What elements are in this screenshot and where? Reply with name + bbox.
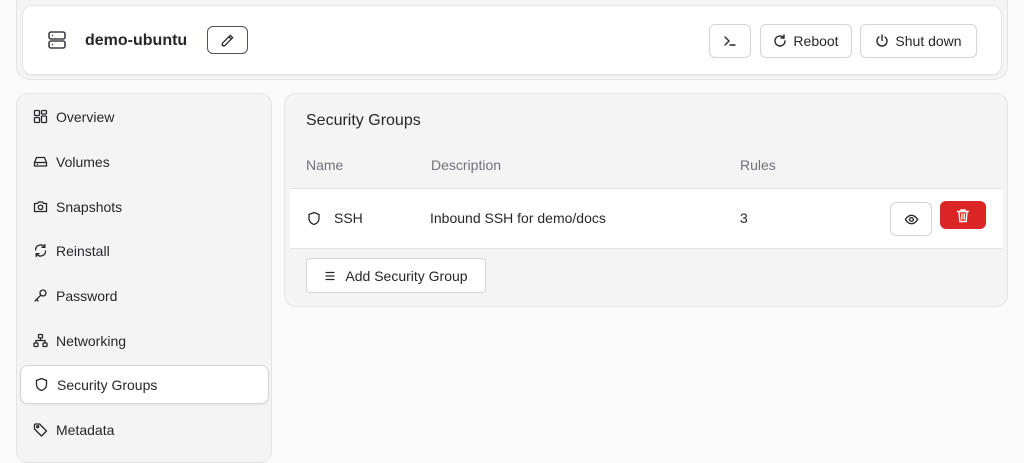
terminal-icon: [724, 36, 736, 46]
key-icon: [34, 289, 47, 302]
refresh-icon: [774, 34, 787, 47]
server-header: demo-ubuntu Reboot Shut down: [22, 5, 1002, 75]
sidebar-item-label: Reinstall: [56, 242, 110, 259]
view-button[interactable]: [890, 202, 932, 236]
network-icon: [33, 333, 48, 348]
sidebar-item-label: Security Groups: [57, 376, 158, 393]
column-header-description: Description: [431, 157, 502, 173]
add-security-group-button[interactable]: Add Security Group: [306, 258, 486, 293]
sidebar-item-label: Snapshots: [56, 198, 123, 215]
eye-icon: [904, 214, 918, 224]
delete-button[interactable]: [940, 201, 986, 229]
sidebar-item-volumes[interactable]: Volumes: [20, 142, 269, 181]
edit-name-button[interactable]: [207, 26, 248, 54]
hard-drive-icon: [33, 156, 48, 167]
shield-icon: [308, 211, 320, 226]
sidebar-item-label: Metadata: [56, 421, 115, 438]
sidebar-item-networking[interactable]: Networking: [20, 321, 269, 360]
sidebar-item-label: Password: [56, 287, 118, 304]
sidebar: Overview Volumes Snapshots Reinstall Pas…: [16, 93, 272, 463]
add-button-label: Add Security Group: [345, 267, 468, 284]
row-description: Inbound SSH for demo/docs: [430, 210, 606, 226]
tag-icon: [33, 423, 48, 437]
reboot-label: Reboot: [793, 33, 839, 49]
trash-icon: [956, 208, 970, 222]
sidebar-item-security-groups[interactable]: Security Groups: [20, 365, 269, 404]
power-icon: [876, 34, 889, 47]
sidebar-item-metadata[interactable]: Metadata: [20, 410, 269, 449]
column-header-name: Name: [306, 157, 344, 173]
sidebar-item-reinstall[interactable]: Reinstall: [20, 231, 269, 270]
server-icon: [48, 31, 66, 49]
pencil-icon: [221, 34, 234, 46]
sidebar-item-password[interactable]: Password: [20, 276, 269, 315]
shield-icon: [35, 377, 48, 392]
sidebar-item-snapshots[interactable]: Snapshots: [20, 187, 269, 226]
sidebar-item-label: Networking: [56, 332, 127, 349]
grid-icon: [33, 109, 48, 124]
table-row: SSH Inbound SSH for demo/docs 3: [290, 188, 1003, 249]
sidebar-item-overview[interactable]: Overview: [20, 97, 269, 136]
shutdown-button[interactable]: Shut down: [860, 24, 977, 58]
row-rules-count: 3: [740, 210, 748, 226]
list-icon: [325, 271, 336, 280]
console-button[interactable]: [709, 24, 751, 58]
row-name: SSH: [334, 210, 363, 226]
section-title: Security Groups: [306, 112, 421, 129]
reboot-button[interactable]: Reboot: [760, 24, 852, 58]
column-header-rules: Rules: [740, 157, 776, 173]
sidebar-item-label: Volumes: [56, 153, 110, 170]
sidebar-item-label: Overview: [56, 108, 115, 125]
server-name: demo-ubuntu: [85, 32, 188, 49]
camera-icon: [33, 201, 48, 213]
security-groups-panel: Security Groups Name Description Rules S…: [284, 93, 1008, 307]
refresh-icon: [34, 243, 47, 258]
shutdown-label: Shut down: [895, 33, 962, 49]
